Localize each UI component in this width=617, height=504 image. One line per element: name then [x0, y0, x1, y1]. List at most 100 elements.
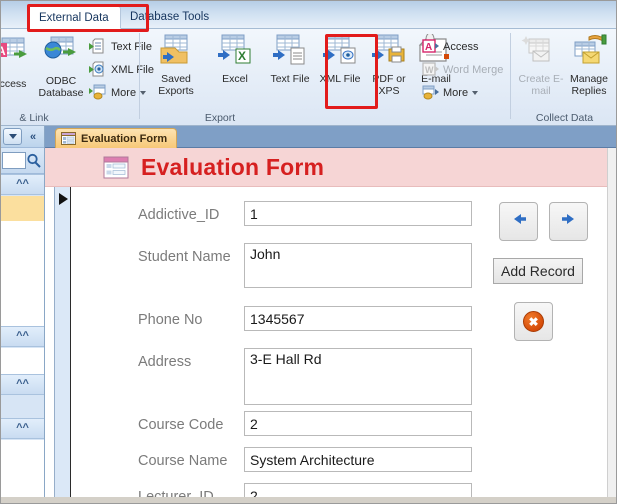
export-more-item[interactable]: More — [421, 83, 479, 102]
nav-items-area-2 — [1, 348, 44, 374]
nav-selected-item[interactable] — [1, 196, 44, 221]
export-saved-exports-label: Saved Exports — [158, 73, 194, 97]
form-body: Addictive_ID Student Name Phone No Addre… — [72, 187, 607, 503]
access-application-window: External Data Database Tools ccess ODBC … — [0, 0, 617, 504]
navigation-pane-dropdown-button[interactable] — [3, 128, 22, 145]
nav-items-area-4 — [1, 440, 44, 503]
ribbon-group-collect-data: Create E-mail Manage Replies Collect Dat… — [511, 29, 616, 125]
form-header: Evaluation Form — [45, 148, 607, 187]
collect-data-group-label: Collect Data — [535, 112, 594, 124]
navigation-search-input[interactable] — [2, 152, 26, 169]
chevron-down-icon — [8, 134, 17, 139]
export-saved-exports-button[interactable]: Saved Exports — [150, 34, 202, 97]
odbc-database-icon — [39, 36, 83, 73]
nav-items-area-1 — [1, 221, 44, 326]
excel-export-icon: X — [215, 34, 255, 71]
nav-group-header-2[interactable]: ^^ — [1, 326, 44, 347]
export-access-label: Access — [443, 40, 479, 53]
magnifier-icon[interactable] — [26, 153, 42, 169]
nav-items-area-3 — [1, 396, 44, 418]
import-more-item[interactable]: More — [89, 83, 147, 102]
form-vertical-scrollbar[interactable] — [607, 148, 616, 503]
address-label: Address — [138, 354, 192, 370]
ribbon: External Data Database Tools ccess ODBC … — [1, 1, 616, 126]
next-record-button[interactable] — [549, 202, 588, 241]
close-circle-icon: ✖ — [523, 311, 544, 332]
export-xml-file-label: XML File — [319, 73, 361, 85]
ribbon-tab-strip: External Data Database Tools — [1, 1, 616, 29]
form-title: Evaluation Form — [141, 153, 325, 180]
phone-no-input[interactable] — [244, 306, 472, 331]
chevron-down-icon — [472, 90, 479, 95]
nav-group-header-1[interactable]: ^^ — [1, 174, 44, 195]
navigation-pane: « ^^ ^^ ^^ ^^ — [1, 126, 45, 503]
saved-exports-icon — [156, 34, 196, 71]
double-chevron-up-icon: ^^ — [16, 330, 29, 342]
collect-create-email-button[interactable]: Create E-mail — [515, 34, 567, 97]
xml-file-icon — [89, 61, 108, 78]
svg-text:W: W — [425, 65, 434, 75]
arrow-right-icon — [561, 212, 577, 231]
address-input[interactable] — [244, 348, 472, 405]
svg-text:X: X — [238, 49, 246, 63]
navigation-pane-collapse-button[interactable]: « — [22, 131, 44, 143]
double-chevron-up-icon: ^^ — [16, 422, 29, 434]
record-selector-arrow-icon — [59, 193, 68, 205]
ribbon-group-import-link: A ccess — [1, 29, 154, 125]
addictive-id-label: Addictive_ID — [138, 207, 220, 223]
export-xml-file-button[interactable]: XML File — [314, 34, 366, 86]
export-access-item[interactable]: A Access — [421, 37, 478, 56]
close-form-button[interactable]: ✖ — [514, 302, 553, 341]
form-header-icon — [103, 156, 129, 179]
nav-group-header-4[interactable]: ^^ — [1, 418, 44, 439]
access-export-icon: A — [421, 38, 440, 55]
student-name-label: Student Name — [138, 249, 231, 265]
tab-external-data-label: External Data — [39, 12, 109, 24]
more-import-icon — [89, 84, 108, 101]
export-group-label: Export — [204, 112, 236, 124]
collect-manage-replies-button[interactable]: Manage Replies — [563, 34, 615, 97]
collect-manage-replies-label: Manage Replies — [570, 73, 608, 97]
export-word-merge-item[interactable]: W Word Merge — [421, 60, 503, 79]
svg-text:A: A — [0, 44, 6, 58]
navigation-pane-header: « — [1, 126, 44, 148]
export-pdf-or-xps-label: PDF or XPS — [372, 73, 406, 97]
form-view-container: Evaluation Form Addictive_ID Student Nam… — [45, 148, 616, 503]
create-email-icon — [521, 36, 561, 71]
previous-record-button[interactable] — [499, 202, 538, 241]
ribbon-group-export: Saved Exports X Excel Text File XML File… — [140, 29, 508, 125]
pdf-xps-export-icon — [369, 34, 409, 71]
collect-create-email-label: Create E-mail — [518, 73, 564, 97]
record-selector-bar[interactable] — [54, 187, 71, 503]
document-tab-strip: Evaluation Form — [45, 126, 616, 148]
course-code-input[interactable] — [244, 411, 472, 436]
import-more-label: More — [111, 86, 137, 99]
svg-text:A: A — [425, 42, 432, 53]
export-text-file-button[interactable]: Text File — [264, 34, 316, 86]
export-pdf-or-xps-button[interactable]: PDF or XPS — [363, 34, 415, 97]
xml-file-export-icon — [320, 34, 360, 71]
document-tab-evaluation-form[interactable]: Evaluation Form — [55, 128, 178, 148]
export-word-merge-label: Word Merge — [443, 63, 504, 76]
more-export-icon — [421, 84, 440, 101]
double-chevron-up-icon: ^^ — [16, 178, 29, 190]
import-odbc-database-label: ODBC Database — [38, 75, 84, 99]
export-text-file-label: Text File — [270, 73, 310, 85]
phone-no-label: Phone No — [138, 312, 203, 328]
ribbon-content: A ccess — [1, 29, 616, 126]
course-name-input[interactable] — [244, 447, 472, 472]
export-excel-button[interactable]: X Excel — [209, 34, 261, 86]
form-object-icon — [61, 132, 76, 145]
manage-replies-icon — [569, 34, 609, 71]
add-record-button[interactable]: Add Record — [493, 258, 583, 284]
tab-external-data[interactable]: External Data — [27, 6, 121, 29]
access-import-icon: A — [1, 37, 33, 76]
tab-database-tools[interactable]: Database Tools — [119, 6, 220, 29]
student-name-input[interactable] — [244, 243, 472, 288]
double-chevron-up-icon: ^^ — [16, 378, 29, 390]
word-merge-icon: W — [421, 61, 440, 78]
import-odbc-database-button[interactable]: ODBC Database — [33, 35, 89, 99]
nav-group-header-3[interactable]: ^^ — [1, 374, 44, 395]
document-tab-label: Evaluation Form — [81, 132, 168, 145]
addictive-id-input[interactable] — [244, 201, 472, 226]
